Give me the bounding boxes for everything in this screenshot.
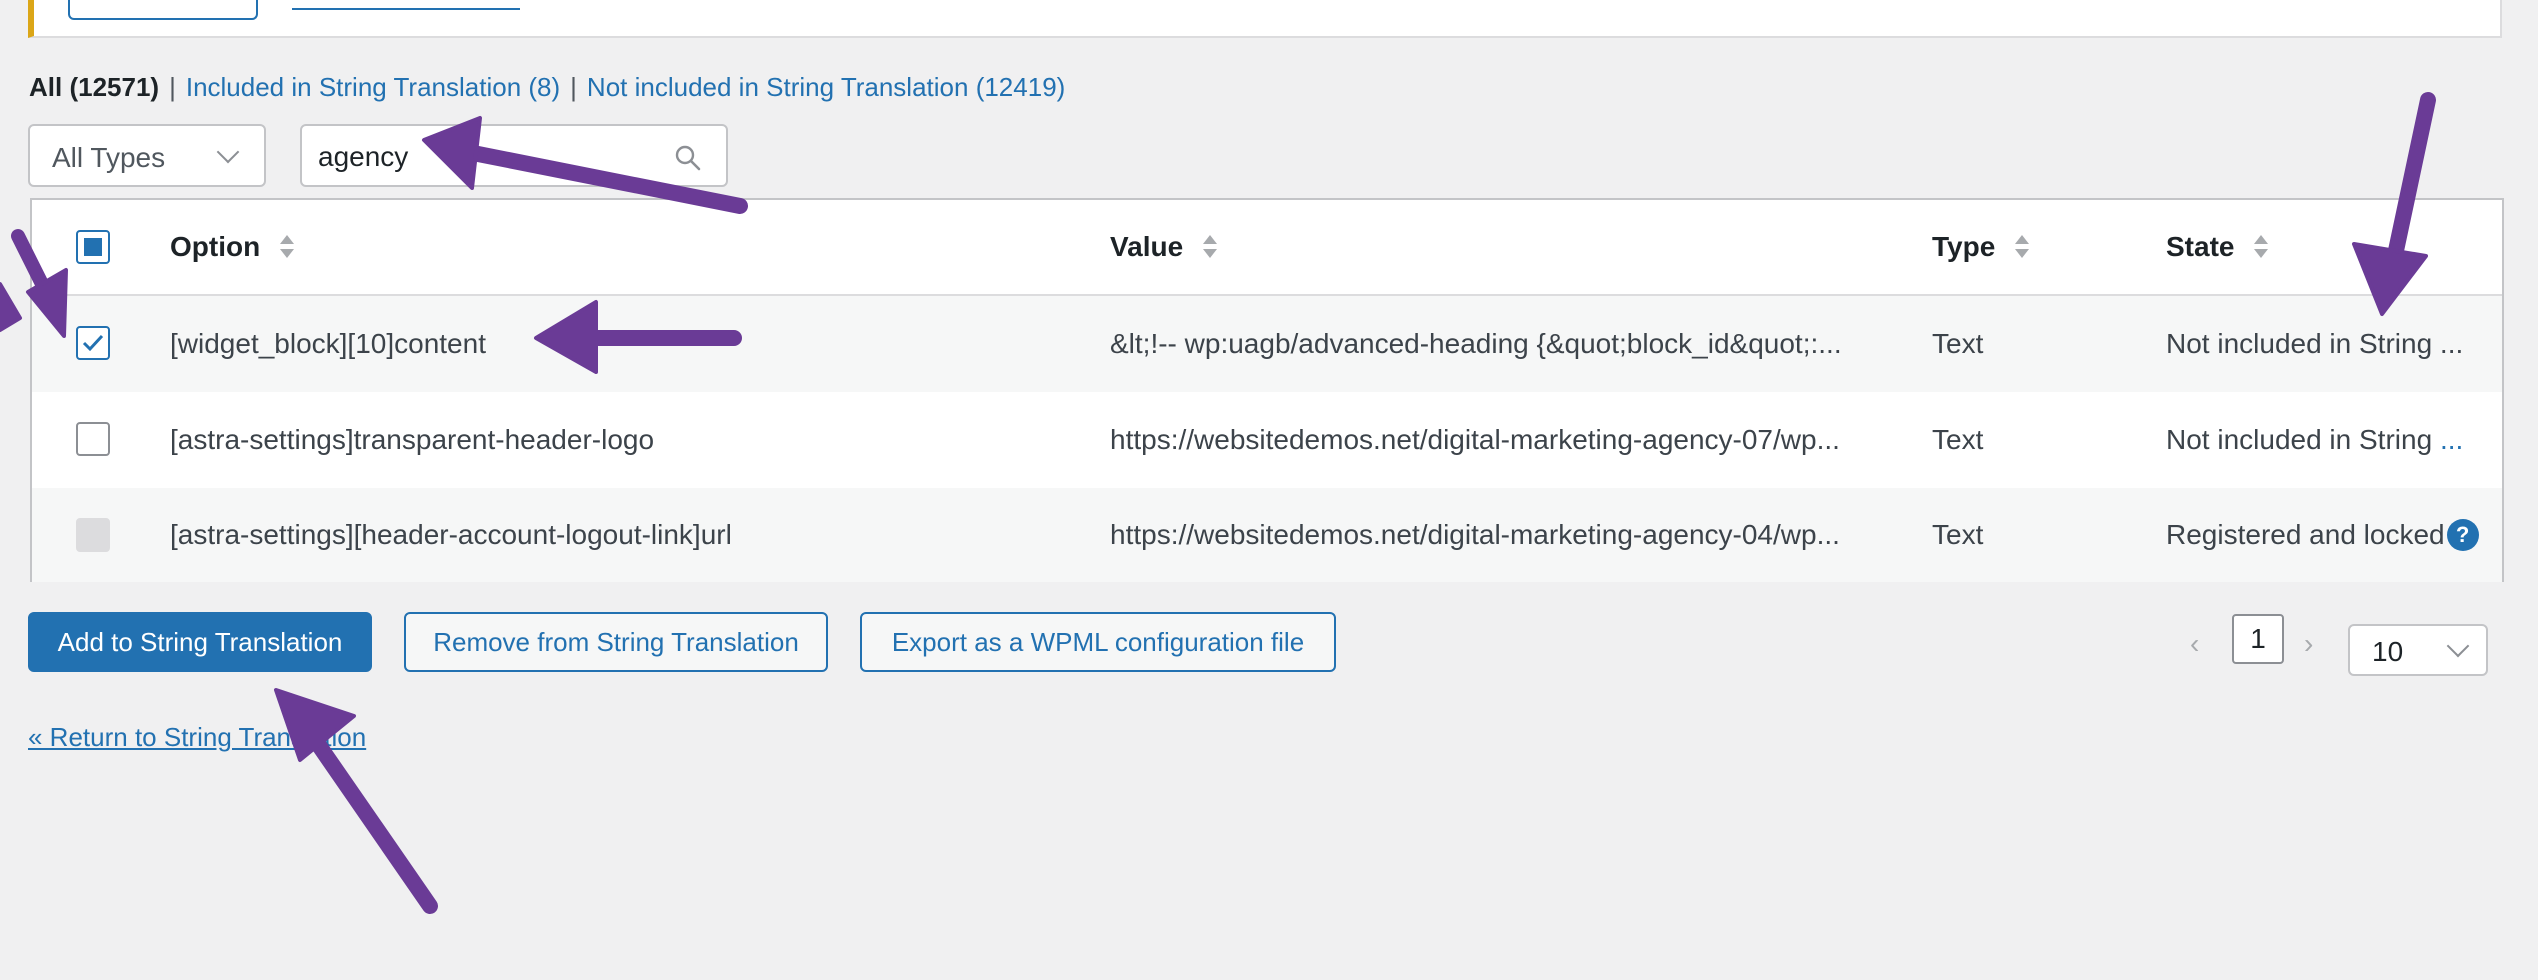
select-all-checkbox[interactable]: [76, 230, 110, 264]
annotation-arrow: [310, 736, 438, 914]
options-table: Option Value Type State [widget_block][1…: [30, 198, 2504, 582]
column-value[interactable]: Value: [1110, 200, 1218, 294]
sort-icon: [2252, 233, 2269, 261]
help-icon[interactable]: ?: [2446, 519, 2479, 551]
option-state: Not included in String ...: [2166, 424, 2464, 456]
return-to-string-translation-link[interactable]: « Return to String Translation: [28, 722, 366, 753]
sort-icon: [278, 233, 295, 261]
filter-included[interactable]: Included in String Translation (8): [186, 72, 560, 102]
search-input[interactable]: agency: [300, 124, 728, 187]
annotation-arrow-head: [0, 282, 22, 332]
next-page-icon[interactable]: ›: [2304, 628, 2313, 660]
notice-button[interactable]: [68, 0, 258, 20]
option-type: Text: [1932, 519, 1984, 550]
option-name: [widget_block][10]content: [170, 328, 486, 359]
column-state[interactable]: State: [2166, 200, 2269, 294]
sort-icon: [1201, 233, 1218, 261]
search-icon[interactable]: [674, 144, 702, 177]
table-row: [astra-settings]transparent-header-logo …: [32, 392, 2502, 488]
option-type: Text: [1932, 424, 1984, 455]
export-wpml-config-button[interactable]: Export as a WPML configuration file: [860, 612, 1336, 672]
checkmark-icon: [82, 334, 104, 352]
per-page-select[interactable]: 10: [2348, 624, 2488, 676]
row-checkbox[interactable]: [76, 422, 110, 456]
chevron-down-icon: [2446, 634, 2470, 658]
option-name: [astra-settings]transparent-header-logo: [170, 424, 655, 455]
option-type: Text: [1932, 328, 1984, 359]
remove-from-string-translation-button[interactable]: Remove from String Translation: [404, 612, 828, 672]
chevron-down-icon: [216, 140, 240, 164]
option-value: https://websitedemos.net/digital-marketi…: [1110, 424, 1840, 455]
row-checkbox-disabled: [76, 518, 110, 552]
table-row: [astra-settings][header-account-logout-l…: [32, 488, 2502, 582]
option-state: Registered and locked?: [2166, 488, 2479, 582]
page-number-input[interactable]: 1: [2232, 614, 2284, 664]
table-row: [widget_block][10]content &lt;!-- wp:uag…: [32, 296, 2502, 392]
filter-all[interactable]: All (12571): [29, 72, 159, 102]
option-value: https://websitedemos.net/digital-marketi…: [1110, 519, 1840, 550]
filter-not-included[interactable]: Not included in String Translation (1241…: [587, 72, 1065, 102]
row-checkbox[interactable]: [76, 326, 110, 360]
add-to-string-translation-button[interactable]: Add to String Translation: [28, 612, 372, 672]
option-state: Not included in String ...: [2166, 328, 2464, 359]
state-more-link[interactable]: ...: [2440, 424, 2463, 456]
type-filter-select[interactable]: All Types: [28, 124, 266, 187]
notice-link[interactable]: [292, 0, 520, 10]
option-name: [astra-settings][header-account-logout-l…: [170, 519, 732, 550]
column-option[interactable]: Option: [170, 200, 295, 294]
sort-icon: [2013, 233, 2030, 261]
admin-notice: [28, 0, 2502, 38]
table-header: Option Value Type State: [32, 200, 2502, 296]
prev-page-icon[interactable]: ‹: [2190, 628, 2199, 660]
filter-links: All (12571) | Included in String Translati…: [29, 72, 1066, 102]
option-value: &lt;!-- wp:uagb/advanced-heading {&quot;…: [1110, 328, 1842, 359]
column-type[interactable]: Type: [1932, 200, 2030, 294]
